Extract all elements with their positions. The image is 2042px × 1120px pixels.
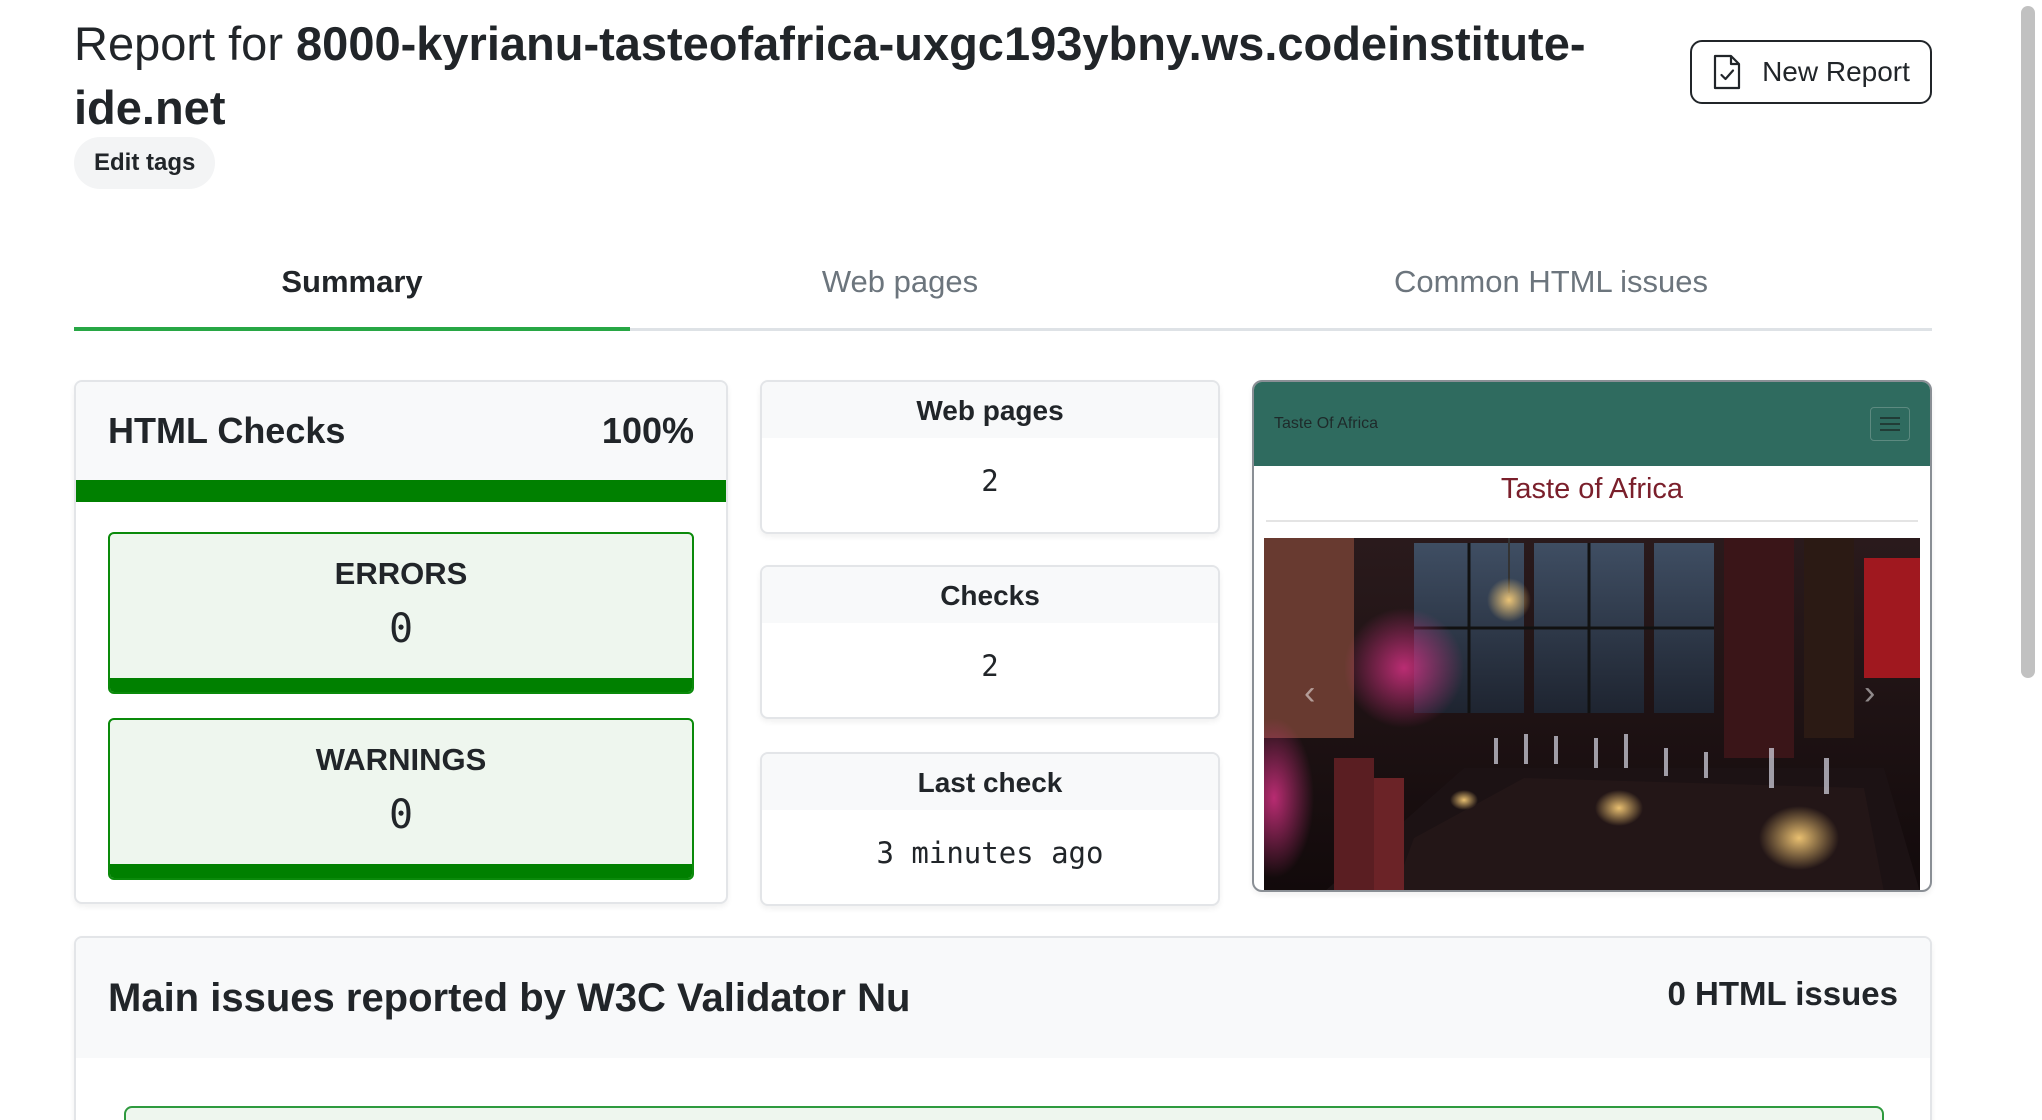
html-checks-percent: 100% — [601, 410, 694, 451]
checks-label: Checks — [762, 567, 1218, 623]
chevron-right-icon[interactable]: › — [1864, 674, 1875, 713]
tab-common-html-issues[interactable]: Common HTML issues — [1170, 246, 1932, 328]
new-report-label: New Report — [1762, 56, 1910, 87]
last-check-card: Last check 3 minutes ago — [760, 752, 1220, 906]
page-title-prefix: Report for — [74, 17, 297, 70]
checks-value: 2 — [981, 649, 999, 683]
errors-label: ERRORS — [334, 556, 468, 591]
issues-result-box — [124, 1106, 1884, 1120]
edit-tags-button[interactable]: Edit tags — [74, 137, 216, 189]
preview-navbar: Taste Of Africa — [1254, 382, 1930, 466]
preview-brand: Taste Of Africa — [1274, 415, 1379, 432]
preview-divider — [1266, 520, 1918, 522]
errors-box: ERRORS 0 — [108, 532, 694, 694]
errors-value: 0 — [388, 606, 414, 652]
page-title: Report for 8000-kyrianu-tasteofafrica-ux… — [74, 12, 1634, 140]
new-report-button[interactable]: New Report — [1690, 40, 1932, 104]
warnings-bar — [110, 864, 692, 878]
restaurant-photo — [1264, 538, 1920, 890]
main-issues-header: Main issues reported by W3C Validator Nu… — [76, 938, 1930, 1058]
warnings-value: 0 — [388, 792, 414, 838]
scrollbar-thumb[interactable] — [2021, 6, 2035, 678]
report-tabs: Summary Web pages Common HTML issues — [74, 246, 1932, 331]
checks-card: Checks 2 — [760, 565, 1220, 719]
tab-summary[interactable]: Summary — [74, 246, 630, 331]
warnings-label: WARNINGS — [315, 742, 487, 777]
html-checks-card: HTML Checks 100% ERRORS 0 WARNINGS 0 — [74, 380, 728, 904]
hamburger-menu-icon — [1870, 407, 1910, 441]
website-preview[interactable]: Taste Of Africa Taste of Africa ‹ › — [1252, 380, 1932, 892]
main-issues-card: Main issues reported by W3C Validator Nu… — [74, 936, 1932, 1120]
main-issues-title: Main issues reported by W3C Validator Nu — [108, 975, 911, 1020]
html-checks-title: HTML Checks — [108, 410, 346, 451]
html-issues-count: 0 HTML issues — [1667, 975, 1898, 1012]
page-scrollbar[interactable] — [2018, 0, 2038, 680]
last-check-label: Last check — [762, 754, 1218, 810]
chevron-left-icon[interactable]: ‹ — [1304, 674, 1315, 713]
tab-web-pages[interactable]: Web pages — [630, 246, 1170, 328]
file-check-icon — [1713, 54, 1741, 90]
last-check-value: 3 minutes ago — [876, 836, 1104, 870]
warnings-box: WARNINGS 0 — [108, 718, 694, 880]
web-pages-value: 2 — [981, 464, 999, 498]
web-pages-card: Web pages 2 — [760, 380, 1220, 534]
html-checks-progress-bar — [76, 480, 726, 502]
errors-bar — [110, 678, 692, 692]
page-title-site: 8000-kyrianu-tasteofafrica-uxgc193ybny.w… — [74, 17, 1586, 134]
html-checks-header: HTML Checks 100% — [76, 382, 726, 480]
preview-heading: Taste of Africa — [1500, 473, 1684, 505]
web-pages-label: Web pages — [762, 382, 1218, 438]
